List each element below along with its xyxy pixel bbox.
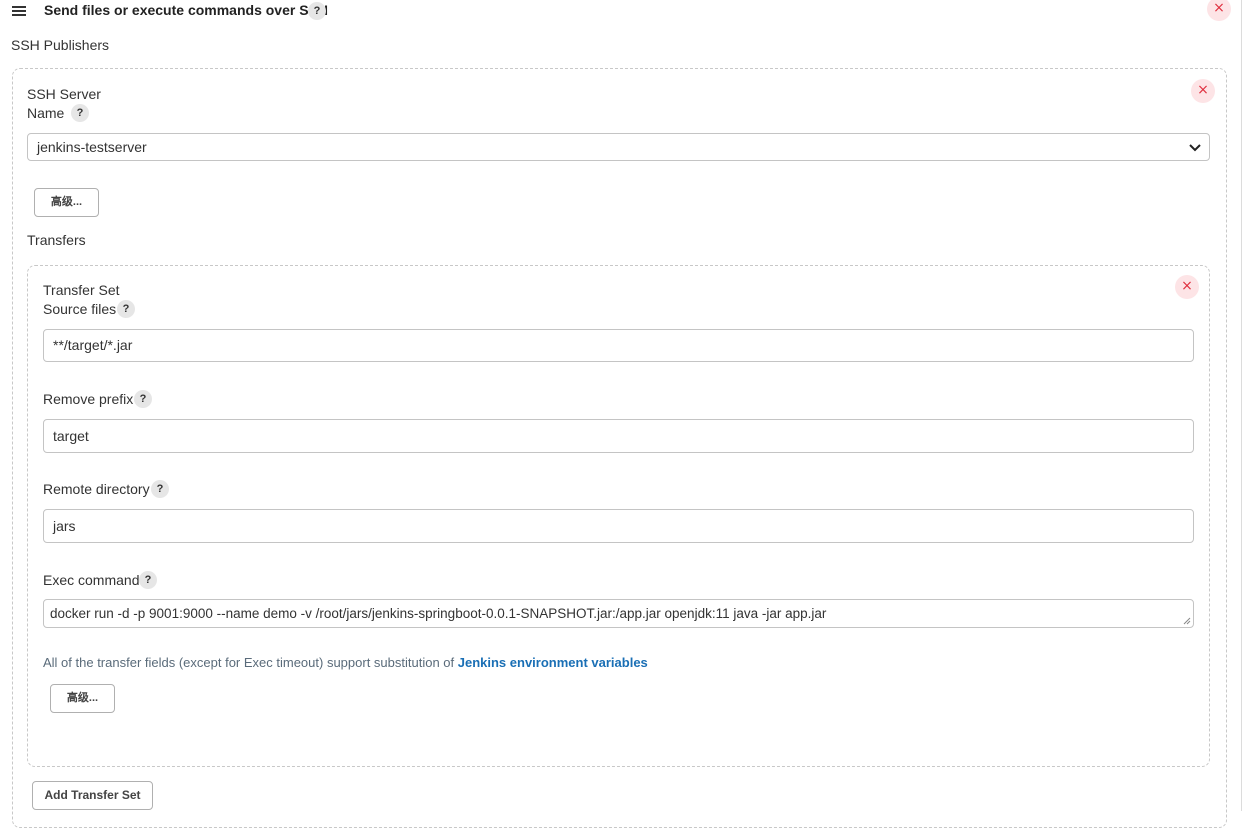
hamburger-icon	[12, 6, 26, 16]
source-files-help-icon[interactable]: ?	[117, 300, 135, 318]
remove-prefix-help-icon[interactable]: ?	[134, 390, 152, 408]
server-name-value: jenkins-testserver	[37, 139, 147, 155]
drag-handle-icon[interactable]	[12, 4, 26, 16]
remote-directory-help-icon[interactable]: ?	[151, 480, 169, 498]
remove-prefix-label: Remove prefix	[43, 391, 134, 407]
scrollbar[interactable]	[1241, 0, 1242, 811]
chevron-down-icon	[1189, 144, 1201, 152]
help-icon[interactable]: ?	[308, 2, 326, 20]
source-files-label: Source files	[43, 301, 117, 317]
exec-command-textarea[interactable]: docker run -d -p 9001:9000 --name demo -…	[43, 599, 1194, 628]
source-files-input[interactable]: **/target/*.jar	[43, 329, 1194, 362]
resize-handle-icon[interactable]	[1183, 617, 1191, 625]
delete-transfer-set-button[interactable]: ×	[1175, 275, 1199, 299]
exec-command-help-icon[interactable]: ?	[139, 571, 157, 589]
exec-command-label: Exec command	[43, 572, 140, 588]
section-title: Send files or execute commands over SSH	[44, 2, 328, 18]
delete-server-button[interactable]: ×	[1191, 79, 1215, 103]
transfer-set-title: Transfer Set	[43, 282, 120, 298]
name-help-icon[interactable]: ?	[71, 104, 89, 122]
transfer-advanced-button[interactable]: 高级...	[50, 684, 115, 713]
delete-step-button[interactable]: ×	[1207, 0, 1231, 21]
name-label: Name	[27, 105, 65, 121]
ssh-server-title: SSH Server	[27, 86, 101, 102]
add-transfer-set-button[interactable]: Add Transfer Set	[32, 781, 153, 810]
remote-directory-label: Remote directory	[43, 481, 150, 497]
exec-command-value: docker run -d -p 9001:9000 --name demo -…	[50, 606, 827, 621]
substitution-note-text: All of the transfer fields (except for E…	[43, 655, 458, 670]
remove-prefix-input[interactable]: target	[43, 419, 1194, 453]
jenkins-env-vars-link[interactable]: Jenkins environment variables	[458, 655, 648, 670]
substitution-note: All of the transfer fields (except for E…	[43, 655, 648, 670]
server-name-select[interactable]: jenkins-testserver	[27, 133, 1210, 161]
ssh-publishers-label: SSH Publishers	[11, 37, 110, 53]
transfers-label: Transfers	[27, 232, 86, 248]
server-advanced-button[interactable]: 高级...	[34, 188, 99, 217]
remote-directory-input[interactable]: jars	[43, 509, 1194, 543]
